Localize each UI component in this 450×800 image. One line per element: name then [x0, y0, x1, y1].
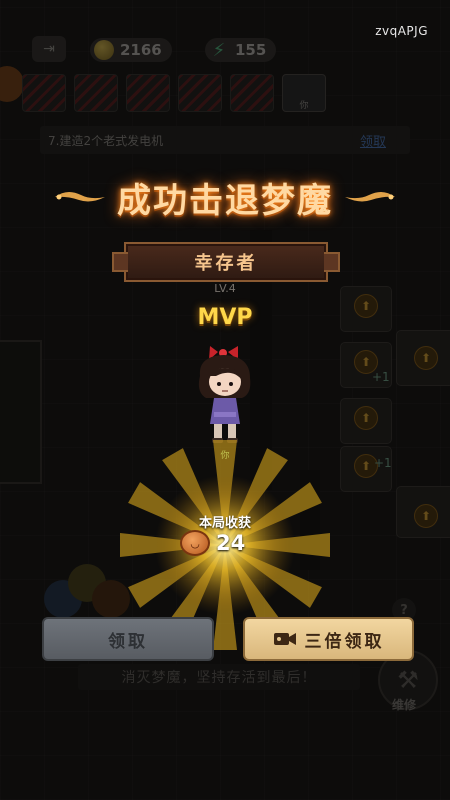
title-flourish-left-icon	[55, 191, 105, 202]
player-level: LV.4	[214, 282, 236, 295]
reward-row: ◡ 24	[180, 529, 245, 557]
claim-button-label: 领取	[108, 631, 148, 652]
video-camera-icon	[273, 633, 296, 645]
claim-button[interactable]: 领取	[42, 617, 214, 661]
mvp-label: MVP	[197, 305, 253, 330]
role-plate: 幸存者	[112, 242, 340, 282]
result-title: 成功击退梦魔	[117, 180, 333, 221]
game-screen: ⇥ 2166 ⚡ 155 你 7.建造2个老式发电机 领取 ⬆ ⬆ +1 ⬆ ⬆…	[0, 0, 450, 800]
reward-amount: 24	[216, 531, 246, 555]
result-title-banner: 成功击退梦魔	[0, 172, 450, 222]
pumpkin-coin-icon: ◡	[180, 530, 210, 556]
watermark: zvqAPJG	[375, 24, 428, 38]
role-name: 幸存者	[194, 253, 258, 274]
triple-claim-button[interactable]: 三倍领取	[243, 617, 414, 661]
title-flourish-right-icon	[345, 191, 395, 202]
triple-claim-label: 三倍领取	[304, 631, 385, 652]
player-character-avatar	[198, 346, 251, 443]
